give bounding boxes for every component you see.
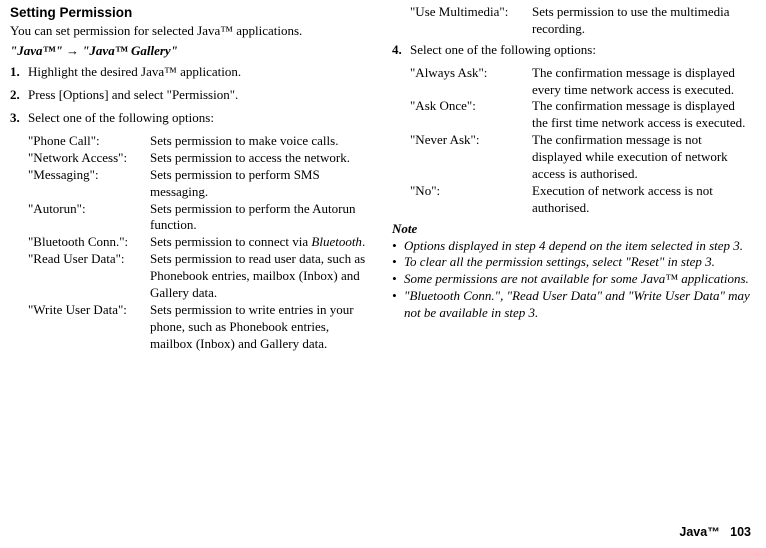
option-term: "Autorun": [28,201,150,235]
step-item: 2.Press [Options] and select "Permission… [10,87,372,104]
bullet-icon: • [392,288,404,322]
option-term: "No": [410,183,532,217]
footer-page-number: 103 [730,525,751,539]
step-item: 1.Highlight the desired Java™ applicatio… [10,64,372,81]
note-list: •Options displayed in step 4 depend on t… [392,238,754,322]
option-desc: Sets permission to read user data, such … [150,251,372,302]
option-term: "Phone Call": [28,133,150,150]
step-text: Select one of the following options: [28,110,372,127]
section-intro: You can set permission for selected Java… [10,23,372,40]
option-desc: Sets permission to use the multimedia re… [532,4,754,38]
option-desc: Sets permission to perform SMS messaging… [150,167,372,201]
option-desc: The confirmation message is not displaye… [532,132,754,183]
option-row: "Phone Call":Sets permission to make voi… [28,133,372,150]
note-heading: Note [392,221,754,238]
option-row: "No":Execution of network access is not … [410,183,754,217]
option-desc: Execution of network access is not autho… [532,183,754,217]
option-term: "Write User Data": [28,302,150,353]
left-column: Setting Permission You can set permissio… [10,4,372,353]
note-item: •Some permissions are not available for … [392,271,754,288]
option-row: "Use Multimedia":Sets permission to use … [410,4,754,38]
nav-path: "Java™" → "Java™ Gallery" [10,43,372,60]
options-list-right-top: "Use Multimedia":Sets permission to use … [410,4,754,38]
footer-section: Java™ [679,525,719,539]
step-text: Highlight the desired Java™ application. [28,64,372,81]
option-row: "Network Access":Sets permission to acce… [28,150,372,167]
step-num: 1. [10,64,28,81]
option-row: "Bluetooth Conn.":Sets permission to con… [28,234,372,251]
steps-list-left: 1.Highlight the desired Java™ applicatio… [10,64,372,127]
option-desc: Sets permission to connect via Bluetooth… [150,234,372,251]
option-term: "Network Access": [28,150,150,167]
note-text: Some permissions are not available for s… [404,271,754,288]
option-desc: Sets permission to access the network. [150,150,372,167]
option-term: "Read User Data": [28,251,150,302]
option-desc-post: . [362,234,365,249]
note-text: To clear all the permission settings, se… [404,254,754,271]
option-term: "Use Multimedia": [410,4,532,38]
option-row: "Always Ask":The confirmation message is… [410,65,754,99]
option-desc: Sets permission to write entries in your… [150,302,372,353]
option-desc: The confirmation message is displayed th… [532,98,754,132]
nav-part-a: "Java™" [10,43,63,58]
option-row: "Ask Once":The confirmation message is d… [410,98,754,132]
note-item: •Options displayed in step 4 depend on t… [392,238,754,255]
option-term: "Bluetooth Conn.": [28,234,150,251]
step-text: Select one of the following options: [410,42,754,59]
step-item: 3.Select one of the following options: [10,110,372,127]
option-desc-pre: Sets permission to connect via [150,234,311,249]
right-column: "Use Multimedia":Sets permission to use … [392,4,754,353]
options-list-right: "Always Ask":The confirmation message is… [410,65,754,217]
step-item: 4.Select one of the following options: [392,42,754,59]
option-desc: Sets permission to perform the Autorun f… [150,201,372,235]
page-body: Setting Permission You can set permissio… [0,0,766,353]
steps-list-right: 4.Select one of the following options: [392,42,754,59]
note-item: •"Bluetooth Conn.", "Read User Data" and… [392,288,754,322]
section-heading: Setting Permission [10,4,372,22]
step-text: Press [Options] and select "Permission". [28,87,372,104]
option-term: "Always Ask": [410,65,532,99]
option-term: "Never Ask": [410,132,532,183]
option-row: "Never Ask":The confirmation message is … [410,132,754,183]
option-row: "Autorun":Sets permission to perform the… [28,201,372,235]
step-num: 4. [392,42,410,59]
note-text: "Bluetooth Conn.", "Read User Data" and … [404,288,754,322]
note-text: Options displayed in step 4 depend on th… [404,238,754,255]
option-desc: Sets permission to make voice calls. [150,133,372,150]
step-num: 3. [10,110,28,127]
bullet-icon: • [392,238,404,255]
bullet-icon: • [392,271,404,288]
note-item: •To clear all the permission settings, s… [392,254,754,271]
page-footer: Java™ 103 [679,524,751,540]
nav-part-b: "Java™ Gallery" [82,43,178,58]
option-term: "Messaging": [28,167,150,201]
option-row: "Write User Data":Sets permission to wri… [28,302,372,353]
option-desc: The confirmation message is displayed ev… [532,65,754,99]
options-list-left: "Phone Call":Sets permission to make voi… [28,133,372,353]
option-desc-em: Bluetooth [311,234,362,249]
nav-arrow: → [63,43,83,58]
bullet-icon: • [392,254,404,271]
option-row: "Read User Data":Sets permission to read… [28,251,372,302]
option-term: "Ask Once": [410,98,532,132]
step-num: 2. [10,87,28,104]
option-row: "Messaging":Sets permission to perform S… [28,167,372,201]
